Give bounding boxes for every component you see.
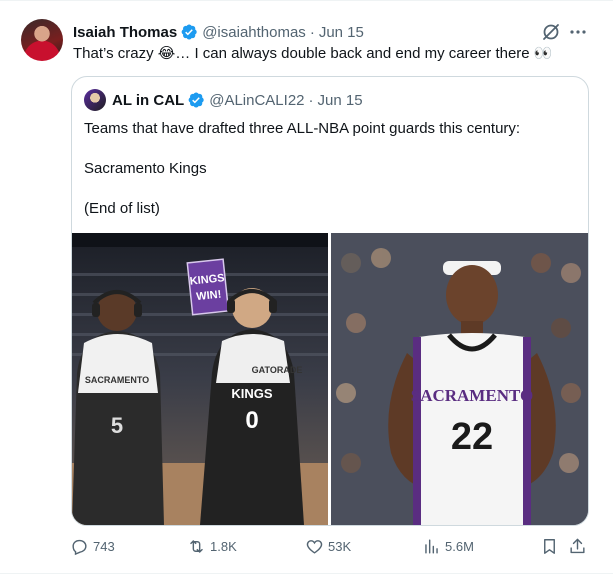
- quote-line-1: Teams that have drafted three ALL-NBA po…: [84, 120, 521, 137]
- quote-author-avatar[interactable]: [84, 89, 106, 111]
- bookmark-icon: [544, 538, 555, 554]
- players-photo-illustration: KINGS WIN! SACRAMENTO 5 GATORADE KINGS 0: [72, 233, 328, 525]
- jersey-number: 22: [451, 416, 493, 458]
- like-button[interactable]: 53K: [305, 534, 351, 558]
- towel-left-text: SACRAMENTO: [85, 375, 149, 385]
- reply-count: 743: [93, 538, 115, 554]
- action-bar: 743 1.8K 53K 5.6M: [70, 534, 590, 558]
- view-count: 5.6M: [445, 538, 474, 554]
- tweet-header: Isaiah Thomas @isaiahthomas · Jun 15: [73, 21, 364, 43]
- towel-right-text: GATORADE: [252, 365, 303, 375]
- jersey-right-word: KINGS: [231, 386, 273, 401]
- divider: [0, 0, 613, 1]
- quote-image-players[interactable]: KINGS WIN! SACRAMENTO 5 GATORADE KINGS 0: [72, 233, 328, 525]
- quote-header: AL in CAL @ALinCALI22 · Jun 15: [112, 88, 363, 112]
- quote-author-handle[interactable]: @ALinCALI22: [209, 92, 304, 109]
- jersey-left-number: 5: [111, 413, 123, 438]
- retweet-icon: [190, 539, 203, 553]
- quote-text: Teams that have drafted three ALL-NBA po…: [84, 119, 520, 219]
- reply-button[interactable]: 743: [70, 534, 115, 558]
- heart-icon: [306, 539, 323, 554]
- verified-badge-icon: [180, 23, 198, 41]
- retweet-button[interactable]: 1.8K: [187, 534, 237, 558]
- player-22-photo-illustration: SACRAMENTO 22: [331, 233, 588, 525]
- retweet-count: 1.8K: [210, 538, 237, 554]
- verified-badge-icon: [187, 91, 205, 109]
- quoted-tweet[interactable]: AL in CAL @ALinCALI22 · Jun 15 Teams tha…: [71, 76, 589, 526]
- bookmark-button[interactable]: [540, 534, 559, 558]
- more-options-icon[interactable]: [568, 22, 588, 42]
- quote-image-player-22[interactable]: SACRAMENTO 22: [331, 233, 588, 525]
- separator-dot: ·: [309, 23, 315, 41]
- jersey-word: SACRAMENTO: [411, 386, 533, 405]
- separator-dot: ·: [308, 91, 314, 109]
- quote-date[interactable]: Jun 15: [318, 92, 363, 109]
- tweet-text: That’s crazy 😂… I can always double back…: [73, 45, 553, 62]
- author-handle[interactable]: @isaiahthomas: [202, 24, 306, 41]
- quote-line-3: (End of list): [84, 200, 160, 217]
- analytics-icon: [425, 538, 438, 554]
- author-name[interactable]: Isaiah Thomas: [73, 24, 177, 41]
- views-button[interactable]: 5.6M: [422, 534, 474, 558]
- jersey-right-number: 0: [245, 407, 258, 434]
- grok-icon[interactable]: [541, 22, 561, 42]
- reply-icon: [72, 539, 87, 555]
- quote-line-2: Sacramento Kings: [84, 160, 207, 177]
- like-count: 53K: [328, 538, 352, 554]
- quote-author-name[interactable]: AL in CAL: [112, 92, 184, 109]
- share-button[interactable]: [568, 534, 587, 558]
- tweet-date[interactable]: Jun 15: [319, 24, 364, 41]
- share-icon: [570, 538, 585, 553]
- tweet-card[interactable]: Isaiah Thomas @isaiahthomas · Jun 15 Tha…: [0, 0, 613, 574]
- author-avatar[interactable]: [21, 19, 63, 61]
